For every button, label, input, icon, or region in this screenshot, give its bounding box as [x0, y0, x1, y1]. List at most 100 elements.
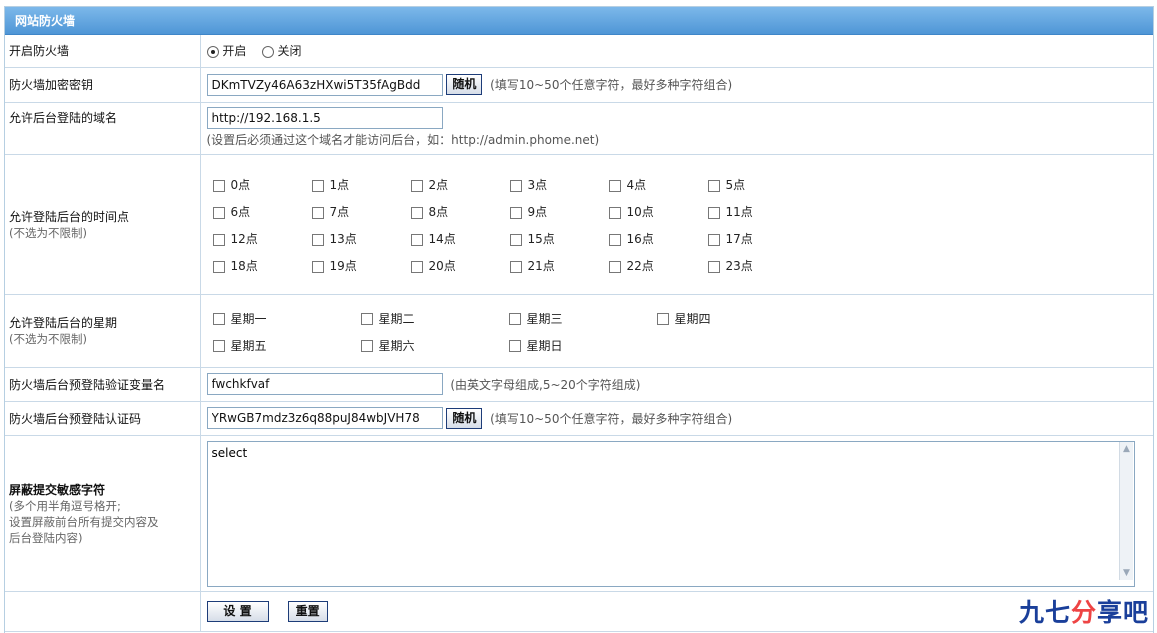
field-allowed-domain: (设置后必须通过这个域名才能访问后台，如：http://admin.phome.… [200, 102, 1153, 155]
hour-checkbox[interactable]: 13点 [311, 230, 411, 247]
hour-checkbox[interactable]: 2点 [410, 176, 510, 193]
checkbox-icon[interactable] [656, 313, 669, 325]
checkbox-icon[interactable] [212, 340, 225, 352]
checkbox-icon[interactable] [509, 179, 522, 192]
day-checkbox[interactable]: 星期一 [212, 310, 361, 327]
day-checkbox[interactable]: 星期六 [360, 337, 509, 354]
encrypt-key-hint: (填写10~50个任意字符，最好多种字符组合) [490, 78, 733, 92]
radio-enable-on[interactable]: 开启 [206, 44, 246, 58]
row-allowed-days: 允许登陆后台的星期 (不选为不限制) 星期一 星期二 星期三 星期四星期五 星期六 星期日 [5, 294, 1154, 368]
checkbox-icon[interactable] [212, 179, 225, 192]
label-verify-var: 防火墙后台预登陆验证变量名 [5, 367, 201, 402]
checkbox-icon[interactable] [311, 233, 324, 246]
hour-checkbox[interactable]: 12点 [212, 230, 312, 247]
verify-var-input[interactable] [206, 373, 443, 395]
row-allowed-hours: 允许登陆后台的时间点 (不选为不限制) 0点 1点 2点 3点 4点 5点 6点 7点 8点 9点… [5, 154, 1153, 295]
checkbox-icon[interactable] [410, 179, 423, 192]
day-checkbox[interactable]: 星期五 [212, 337, 361, 354]
checkbox-icon[interactable] [509, 260, 522, 273]
checkbox-icon[interactable] [509, 206, 522, 219]
checkbox-icon[interactable] [707, 206, 720, 219]
checkbox-icon[interactable] [410, 233, 423, 246]
hour-checkbox[interactable]: 1点 [311, 176, 411, 193]
hour-checkbox[interactable]: 5点 [707, 176, 807, 193]
field-verify-code: 随机 (填写10~50个任意字符，最好多种字符组合) [200, 401, 1153, 436]
hour-checkbox[interactable]: 9点 [509, 203, 609, 220]
textarea-scrollbar[interactable]: ▲ ▼ [1118, 441, 1133, 580]
sensitive-textarea[interactable]: select [206, 440, 1135, 587]
checkbox-icon[interactable] [608, 233, 621, 246]
sensitive-sub-1: (多个用半角逗号格开; [9, 498, 121, 513]
label-allowed-hours: 允许登陆后台的时间点 (不选为不限制) [5, 154, 201, 295]
hour-checkbox[interactable]: 20点 [410, 257, 510, 274]
checkbox-icon[interactable] [311, 260, 324, 273]
row-sensitive: 屏蔽提交敏感字符 (多个用半角逗号格开; 设置屏蔽前台所有提交内容及 后台登陆内… [5, 435, 1153, 592]
verify-var-hint: (由英文字母组成,5~20个字符组成) [450, 377, 641, 392]
checkbox-icon[interactable] [608, 179, 621, 192]
hour-checkbox[interactable]: 17点 [707, 230, 807, 247]
allowed-days-title: 允许登陆后台的星期 [9, 316, 118, 330]
checkbox-icon[interactable] [212, 233, 225, 246]
field-firewall-enable: 开启 关闭 [200, 35, 1153, 68]
label-actions-empty [5, 591, 201, 632]
day-checkbox[interactable]: 星期四 [656, 310, 805, 327]
day-checkbox[interactable]: 星期日 [508, 337, 657, 354]
scroll-down-icon[interactable]: ▼ [1122, 568, 1132, 578]
checkbox-icon[interactable] [311, 206, 324, 219]
checkbox-icon[interactable] [410, 260, 423, 273]
watermark-logo: 九七分享吧 [1018, 598, 1149, 627]
hour-checkbox[interactable]: 6点 [212, 203, 312, 220]
days-grid: 星期一 星期二 星期三 星期四星期五 星期六 星期日 [207, 302, 1154, 360]
settings-form: 开启防火墙 开启 关闭 防火墙加密密钥 随机 (填写10~50个任意字符，最好多… [5, 35, 1153, 632]
allowed-days-sub: (不选为不限制) [9, 332, 87, 346]
checkbox-icon[interactable] [707, 233, 720, 246]
checkbox-icon[interactable] [212, 206, 225, 219]
checkbox-icon[interactable] [360, 313, 373, 325]
hour-checkbox[interactable]: 8点 [410, 203, 510, 220]
reset-button[interactable]: 重置 [287, 600, 328, 622]
submit-button[interactable]: 设 置 [206, 600, 269, 622]
checkbox-icon[interactable] [608, 260, 621, 273]
day-checkbox[interactable]: 星期三 [508, 310, 657, 327]
checkbox-icon[interactable] [707, 179, 720, 192]
radio-enable-off[interactable]: 关闭 [261, 44, 301, 58]
checkbox-icon[interactable] [410, 206, 423, 219]
hour-checkbox[interactable]: 18点 [212, 257, 312, 274]
hour-checkbox[interactable]: 3点 [509, 176, 609, 193]
hour-checkbox[interactable]: 21点 [509, 257, 609, 274]
checkbox-icon[interactable] [311, 179, 324, 192]
random-key-button[interactable]: 随机 [446, 74, 483, 95]
checkbox-icon[interactable] [360, 340, 373, 352]
hour-checkbox[interactable]: 14点 [410, 230, 510, 247]
encrypt-key-input[interactable] [206, 73, 443, 96]
hour-checkbox[interactable]: 19点 [311, 257, 411, 274]
checkbox-icon[interactable] [707, 260, 720, 273]
hour-checkbox[interactable]: 4点 [608, 176, 708, 193]
hour-checkbox[interactable]: 0点 [212, 176, 312, 193]
hour-checkbox[interactable]: 16点 [608, 230, 708, 247]
hour-checkbox[interactable]: 7点 [311, 203, 411, 220]
field-encrypt-key: 随机 (填写10~50个任意字符，最好多种字符组合) [200, 67, 1153, 103]
random-code-button[interactable]: 随机 [446, 407, 483, 429]
domain-input[interactable] [206, 106, 443, 129]
hour-checkbox[interactable]: 22点 [608, 257, 708, 274]
field-allowed-hours: 0点 1点 2点 3点 4点 5点 6点 7点 8点 9点 10点 11点 12点 13点 14点 15点 16… [200, 154, 1153, 295]
field-verify-var: (由英文字母组成,5~20个字符组成) [200, 367, 1153, 402]
label-allowed-days: 允许登陆后台的星期 (不选为不限制) [5, 294, 201, 368]
hour-checkbox[interactable]: 11点 [707, 203, 807, 220]
checkbox-icon[interactable] [509, 233, 522, 246]
checkbox-icon[interactable] [212, 313, 225, 325]
day-checkbox[interactable]: 星期二 [360, 310, 509, 327]
checkbox-icon[interactable] [508, 340, 521, 352]
scroll-up-icon[interactable]: ▲ [1122, 444, 1132, 454]
hour-checkbox[interactable]: 23点 [707, 257, 807, 274]
checkbox-icon[interactable] [508, 313, 521, 325]
verify-code-input[interactable] [206, 407, 443, 429]
hour-checkbox[interactable]: 10点 [608, 203, 708, 220]
checkbox-icon[interactable] [212, 260, 225, 273]
field-actions: 设 置 重置 [200, 591, 1153, 632]
row-allowed-domain: 允许后台登陆的域名 (设置后必须通过这个域名才能访问后台，如：http://ad… [5, 102, 1153, 155]
checkbox-icon[interactable] [608, 206, 621, 219]
panel-title: 网站防火墙 [5, 7, 1153, 35]
hour-checkbox[interactable]: 15点 [509, 230, 609, 247]
